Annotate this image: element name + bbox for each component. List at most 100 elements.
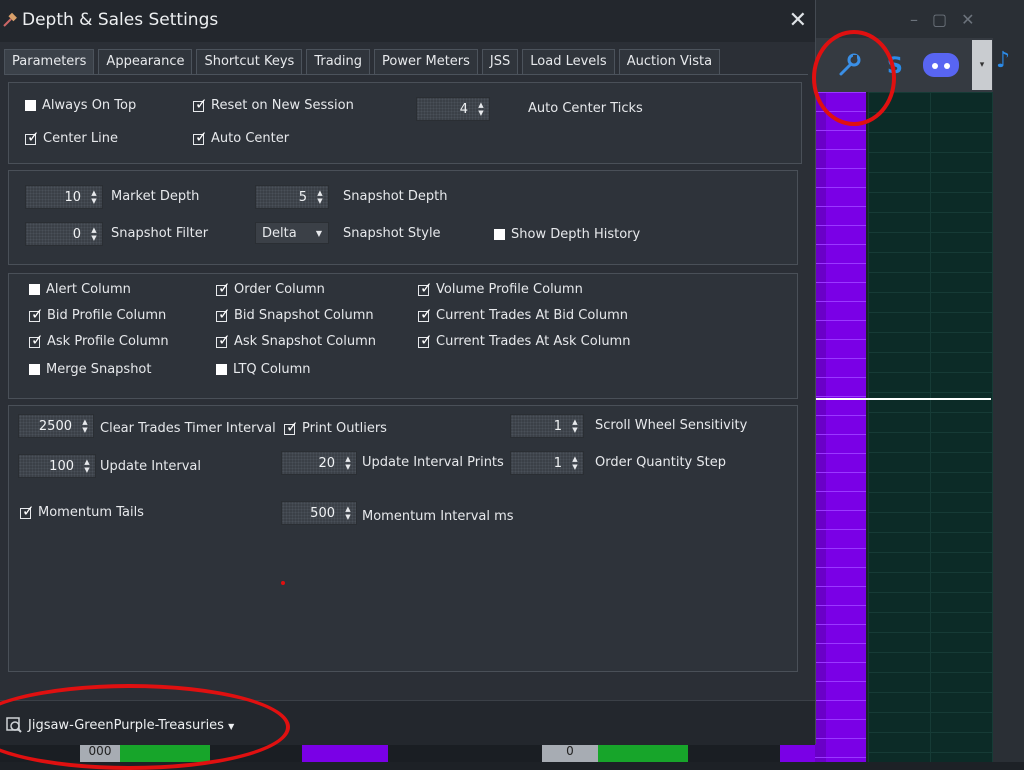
ask-snapshot-column-label: Ask Snapshot Column xyxy=(234,334,377,349)
spinner-arrows-icon[interactable]: ▲ ▼ xyxy=(570,452,580,474)
print-outliers-checkbox[interactable]: ✓ Print Outliers xyxy=(284,418,387,436)
ask-snapshot-column-checkbox[interactable]: ✓ Ask Snapshot Column xyxy=(216,331,377,349)
bottom-purple-cells xyxy=(302,744,388,762)
close-button[interactable]: ✕ xyxy=(789,8,807,33)
volume-profile-column-checkbox[interactable]: ✓ Volume Profile Column xyxy=(418,279,583,297)
update-interval-value: 100 xyxy=(49,458,74,474)
tab-power-meters[interactable]: Power Meters xyxy=(374,49,478,74)
discord-icon[interactable] xyxy=(920,48,962,82)
current-trades-at-bid-column-checkbox[interactable]: ✓ Current Trades At Bid Column xyxy=(418,305,629,323)
snapshot-filter-spinner[interactable]: 0 ▲ ▼ xyxy=(25,222,103,246)
momentum-interval-value: 500 xyxy=(310,505,335,521)
spinner-arrows-icon[interactable]: ▲ ▼ xyxy=(89,223,99,245)
order-quantity-step-spinner[interactable]: 1 ▲ ▼ xyxy=(510,451,584,475)
reset-on-new-session-checkbox[interactable]: ✓ Reset on New Session xyxy=(193,95,354,113)
music-note-icon[interactable]: ♪ xyxy=(996,48,1010,73)
spinner-arrows-icon[interactable]: ▲ ▼ xyxy=(570,415,580,437)
order-column-checkbox[interactable]: ✓ Order Column xyxy=(216,279,325,297)
auto-center-ticks-spinner[interactable]: 4 ▲ ▼ xyxy=(416,97,490,121)
momentum-tails-label: Momentum Tails xyxy=(38,505,144,520)
close-icon[interactable]: ✕ xyxy=(961,10,974,29)
toolbar-dropdown-button[interactable]: ▾ xyxy=(972,40,992,90)
order-column-label: Order Column xyxy=(234,282,325,297)
update-interval-prints-value: 20 xyxy=(318,455,335,471)
tab-trading[interactable]: Trading xyxy=(306,49,371,74)
minimize-icon[interactable]: – xyxy=(910,10,918,29)
chevron-down-icon: ▼ xyxy=(315,228,322,238)
market-depth-value: 10 xyxy=(64,189,81,205)
tab-auction-vista[interactable]: Auction Vista xyxy=(618,49,721,74)
update-interval-spinner[interactable]: 100 ▲ ▼ xyxy=(18,454,96,478)
general-options-panel xyxy=(8,82,802,164)
spinner-arrows-icon[interactable]: ▲ ▼ xyxy=(82,455,92,477)
alert-column-checkbox[interactable]: Alert Column xyxy=(29,282,131,297)
ask-profile-column-label: Ask Profile Column xyxy=(47,334,169,349)
tab-shortcut-keys[interactable]: Shortcut Keys xyxy=(196,49,303,74)
market-depth-label: Market Depth xyxy=(111,189,200,204)
snapshot-style-value: Delta xyxy=(262,225,297,241)
show-depth-history-checkbox[interactable]: Show Depth History xyxy=(494,227,640,242)
update-interval-prints-label: Update Interval Prints xyxy=(362,455,504,470)
snapshot-depth-label: Snapshot Depth xyxy=(343,189,448,204)
tab-bar: Parameters Appearance Shortcut Keys Trad… xyxy=(4,49,724,74)
auto-center-ticks-value: 4 xyxy=(459,101,468,117)
show-depth-history-label: Show Depth History xyxy=(511,227,641,242)
current-trades-at-ask-column-label: Current Trades At Ask Column xyxy=(436,334,631,349)
tab-appearance[interactable]: Appearance xyxy=(98,49,193,74)
center-line-checkbox[interactable]: ✓ Center Line xyxy=(25,128,118,146)
bid-snapshot-column-label: Bid Snapshot Column xyxy=(234,308,374,323)
auto-center-ticks-label: Auto Center Ticks xyxy=(528,101,643,116)
depth-options-panel xyxy=(8,170,798,265)
settings-dialog: Depth & Sales Settings ✕ Parameters Appe… xyxy=(0,0,816,745)
ltq-column-checkbox[interactable]: LTQ Column xyxy=(216,362,311,377)
update-interval-label: Update Interval xyxy=(100,459,201,474)
clear-trades-timer-value: 2500 xyxy=(38,418,72,434)
spinner-arrows-icon[interactable]: ▲ ▼ xyxy=(315,186,325,208)
snapshot-filter-value: 0 xyxy=(72,226,81,242)
dialog-titlebar[interactable]: Depth & Sales Settings ✕ xyxy=(0,0,815,42)
timing-options-panel xyxy=(8,405,798,672)
update-interval-prints-spinner[interactable]: 20 ▲ ▼ xyxy=(281,451,357,475)
merge-snapshot-checkbox[interactable]: Merge Snapshot xyxy=(29,362,152,377)
spinner-arrows-icon[interactable]: ▲ ▼ xyxy=(343,452,353,474)
current-trades-at-ask-column-checkbox[interactable]: ✓ Current Trades At Ask Column xyxy=(418,331,631,349)
ask-profile-column-checkbox[interactable]: ✓ Ask Profile Column xyxy=(29,331,169,349)
current-trades-at-bid-column-label: Current Trades At Bid Column xyxy=(436,308,629,323)
spinner-arrows-icon[interactable]: ▲ ▼ xyxy=(476,98,486,120)
snapshot-style-select[interactable]: Delta ▼ xyxy=(255,222,329,244)
tab-parameters[interactable]: Parameters xyxy=(4,49,95,74)
bid-profile-column-checkbox[interactable]: ✓ Bid Profile Column xyxy=(29,305,167,323)
bottom-green-cells-2 xyxy=(598,744,688,762)
spinner-arrows-icon[interactable]: ▲ ▼ xyxy=(89,186,99,208)
bottom-purple-cells-2 xyxy=(780,744,815,762)
price-ladder-left-edge xyxy=(815,92,826,762)
bid-profile-column-label: Bid Profile Column xyxy=(47,308,167,323)
always-on-top-checkbox[interactable]: Always On Top xyxy=(25,98,136,113)
print-outliers-label: Print Outliers xyxy=(302,421,387,436)
volume-profile-column-label: Volume Profile Column xyxy=(436,282,583,297)
tab-load-levels[interactable]: Load Levels xyxy=(522,49,615,74)
price-ladder-grid xyxy=(868,92,993,762)
scroll-wheel-sensitivity-spinner[interactable]: 1 ▲ ▼ xyxy=(510,414,584,438)
momentum-tails-checkbox[interactable]: ✓ Momentum Tails xyxy=(20,502,144,520)
annotation-circle-wrench xyxy=(812,30,896,126)
tab-divider xyxy=(4,74,808,75)
spinner-arrows-icon[interactable]: ▲ ▼ xyxy=(343,502,353,524)
annotation-red-dot xyxy=(281,581,285,585)
snapshot-depth-value: 5 xyxy=(298,189,307,205)
clear-trades-timer-label: Clear Trades Timer Interval xyxy=(100,421,276,436)
gavel-icon xyxy=(3,12,17,27)
snapshot-depth-spinner[interactable]: 5 ▲ ▼ xyxy=(255,185,329,209)
clear-trades-timer-spinner[interactable]: 2500 ▲ ▼ xyxy=(18,414,94,438)
momentum-interval-spinner[interactable]: 500 ▲ ▼ xyxy=(281,501,357,525)
snapshot-filter-label: Snapshot Filter xyxy=(111,226,209,241)
bid-snapshot-column-checkbox[interactable]: ✓ Bid Snapshot Column xyxy=(216,305,374,323)
dialog-title: Depth & Sales Settings xyxy=(22,10,219,30)
market-depth-spinner[interactable]: 10 ▲ ▼ xyxy=(25,185,103,209)
alert-column-label: Alert Column xyxy=(46,282,131,297)
spinner-arrows-icon[interactable]: ▲ ▼ xyxy=(80,415,90,437)
auto-center-checkbox[interactable]: ✓ Auto Center xyxy=(193,128,289,146)
maximize-icon[interactable]: ▢ xyxy=(932,10,947,29)
tab-jss[interactable]: JSS xyxy=(481,49,519,74)
ltq-column-label: LTQ Column xyxy=(233,362,311,377)
